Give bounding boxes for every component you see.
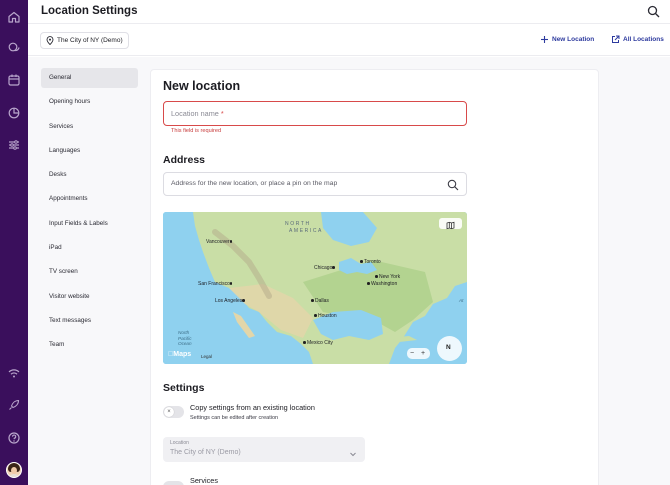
map-city-label: Vancouver xyxy=(206,239,234,245)
nav-item-desks[interactable]: Desks xyxy=(41,165,138,185)
nav-item-text-messages[interactable]: Text messages xyxy=(41,311,138,331)
select-label: Location xyxy=(170,440,189,446)
nav-item-services[interactable]: Services xyxy=(41,117,138,137)
map-pin-icon xyxy=(46,36,54,46)
location-map[interactable]: NORTH AMERICA Vancouver San Francisco Lo… xyxy=(163,212,467,364)
map-compass[interactable]: N xyxy=(437,336,462,361)
map-city-label: Los Angeles xyxy=(215,298,246,304)
home-icon[interactable] xyxy=(7,10,21,24)
location-name-error: This field is required xyxy=(171,128,222,134)
map-city-label: Toronto xyxy=(360,259,381,265)
nav-item-visitor-website[interactable]: Visitor website xyxy=(41,287,138,307)
plus-icon xyxy=(540,35,549,44)
copy-settings-toggle[interactable]: × xyxy=(163,406,184,418)
map-icon xyxy=(446,221,455,230)
new-location-link[interactable]: New Location xyxy=(541,35,595,45)
map-legal-link[interactable]: Legal xyxy=(201,354,212,359)
rocket-icon[interactable] xyxy=(7,398,21,412)
new-location-label: New Location xyxy=(552,36,595,43)
current-location-pill[interactable]: The City of NY (Demo) xyxy=(40,32,129,49)
location-toolbar: The City of NY (Demo) New Location All L… xyxy=(28,25,670,56)
chevron-down-icon xyxy=(349,445,357,457)
services-toggle[interactable] xyxy=(163,481,184,485)
avatar[interactable] xyxy=(6,462,22,478)
nav-item-tv-screen[interactable]: TV screen xyxy=(41,262,138,282)
map-type-button[interactable] xyxy=(439,218,462,230)
map-region-label: NORTH xyxy=(285,221,311,227)
wifi-icon[interactable] xyxy=(7,366,21,380)
map-city-label: Houston xyxy=(314,313,337,319)
external-link-icon xyxy=(611,35,620,44)
help-icon[interactable] xyxy=(7,431,21,445)
map-ocean-label: North Pacific Ocean xyxy=(178,330,192,346)
chat-bubbles-icon[interactable] xyxy=(7,41,21,55)
map-city-label: Washington xyxy=(367,281,397,287)
nav-item-ipad[interactable]: iPad xyxy=(41,238,138,258)
map-city-label: Mexico City xyxy=(303,340,333,346)
nav-item-team[interactable]: Team xyxy=(41,335,138,355)
calendar-icon[interactable] xyxy=(7,73,21,87)
copy-settings-hint: Settings can be edited after creation xyxy=(190,415,279,421)
map-city-label: Chicago xyxy=(314,265,336,271)
all-locations-link[interactable]: All Locations xyxy=(612,35,664,45)
maps-logo: Maps xyxy=(168,351,191,358)
page-title: Location Settings xyxy=(41,5,138,17)
nav-item-general[interactable]: General xyxy=(41,68,138,88)
map-city-label: San Francisco xyxy=(198,281,234,287)
search-icon[interactable] xyxy=(447,178,459,191)
search-icon[interactable] xyxy=(647,5,660,18)
toggle-off-icon: × xyxy=(164,407,174,417)
app-sidebar-rail xyxy=(0,0,28,485)
pie-chart-icon[interactable] xyxy=(7,106,21,120)
settings-nav: General Opening hours Services Languages… xyxy=(41,68,138,360)
nav-item-languages[interactable]: Languages xyxy=(41,141,138,161)
zoom-out-button[interactable]: − xyxy=(410,348,414,359)
map-zoom-control: − + xyxy=(407,348,430,359)
top-header: Location Settings xyxy=(28,0,670,24)
map-city-label: Dallas xyxy=(311,298,329,304)
services-label: Services xyxy=(190,476,218,485)
nav-item-appointments[interactable]: Appointments xyxy=(41,189,138,209)
location-name-input[interactable]: Location name * xyxy=(163,101,467,126)
address-placeholder: Address for the new location, or place a… xyxy=(171,180,338,187)
sliders-icon[interactable] xyxy=(7,138,21,152)
address-heading: Address xyxy=(163,154,206,166)
select-value: The City of NY (Demo) xyxy=(170,449,241,456)
all-locations-label: All Locations xyxy=(623,36,664,43)
current-location-label: The City of NY (Demo) xyxy=(57,37,123,44)
map-city-label: New York xyxy=(375,274,400,280)
settings-heading: Settings xyxy=(163,382,205,394)
new-location-form: New location Location name * This field … xyxy=(150,69,599,485)
form-title: New location xyxy=(163,79,241,93)
location-name-placeholder: Location name * xyxy=(171,109,224,118)
nav-item-input-fields[interactable]: Input Fields & Labels xyxy=(41,214,138,234)
zoom-in-button[interactable]: + xyxy=(421,348,425,359)
copy-settings-label: Copy settings from an existing location xyxy=(190,403,315,412)
address-search-input[interactable]: Address for the new location, or place a… xyxy=(163,172,467,196)
source-location-select[interactable]: Location The City of NY (Demo) xyxy=(163,437,365,462)
map-region-label: AMERICA xyxy=(289,228,323,234)
map-ocean-label: At xyxy=(459,298,464,303)
nav-item-opening-hours[interactable]: Opening hours xyxy=(41,92,138,112)
compass-north-label: N xyxy=(446,344,451,351)
